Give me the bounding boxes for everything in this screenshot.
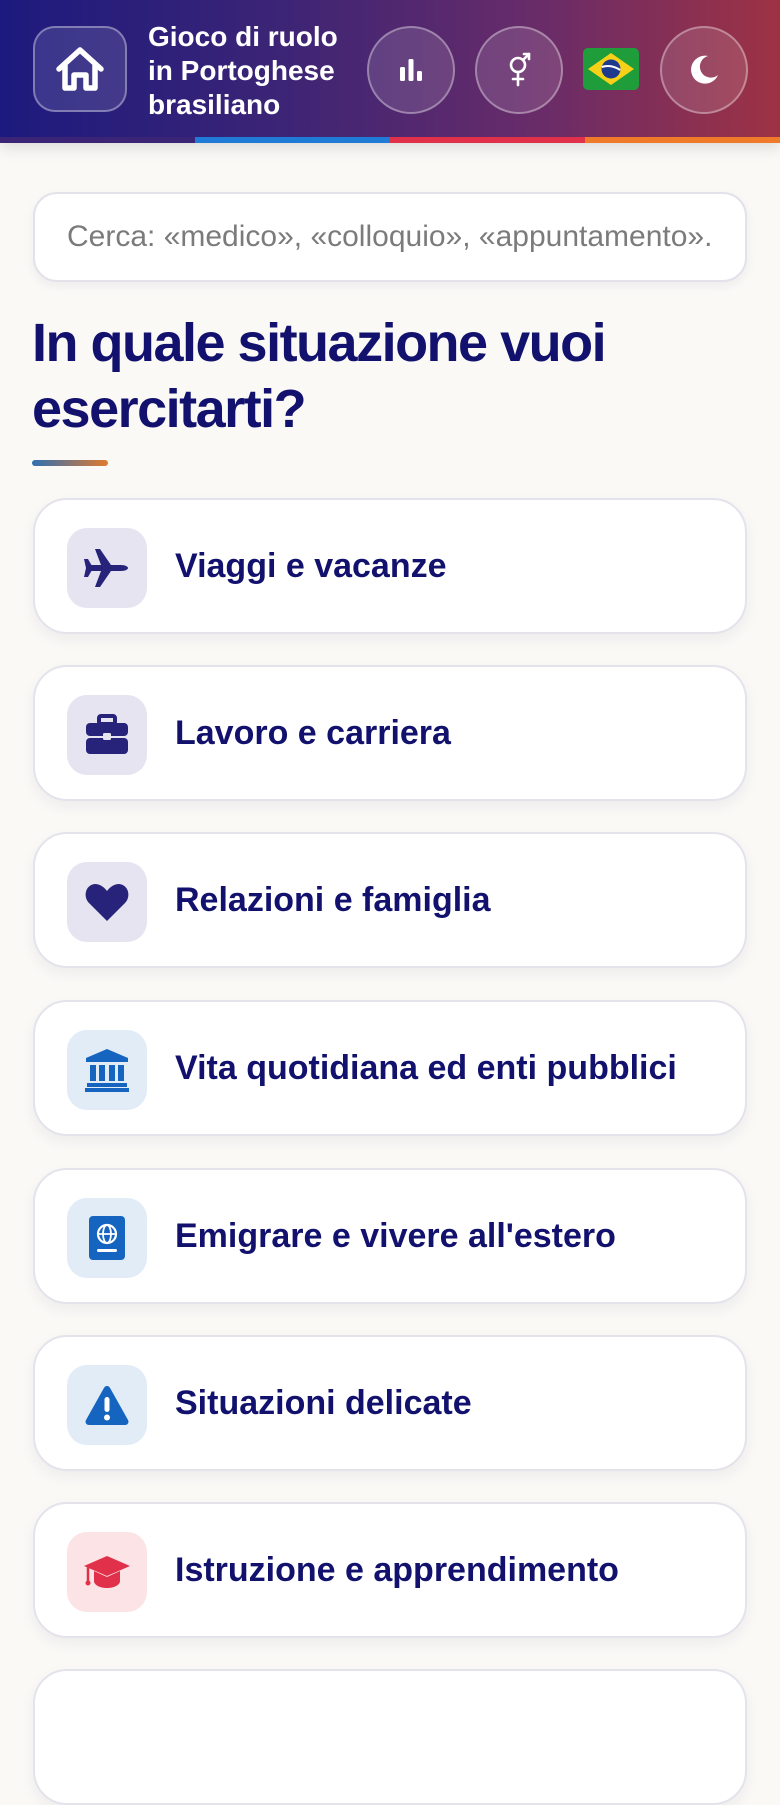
bar-chart-icon [400, 59, 422, 81]
app-header: Gioco di ruolo in Portoghese brasiliano [0, 0, 780, 143]
page-title: In quale situazione vuoi esercitarti? [32, 313, 607, 439]
briefcase-icon [86, 714, 128, 754]
category-label: Istruzione e apprendimento [175, 1551, 619, 1589]
category-card-work[interactable]: Lavoro e carriera [33, 665, 747, 801]
category-icon-box [67, 1198, 147, 1278]
category-card-delicate-situations[interactable]: Situazioni delicate [33, 1335, 747, 1471]
category-icon-box [67, 1030, 147, 1110]
home-button[interactable] [33, 26, 127, 112]
category-label: Situazioni delicate [175, 1384, 472, 1422]
moon-icon [691, 55, 718, 84]
category-card-daily-life[interactable]: Vita quotidiana ed enti pubblici [33, 1000, 747, 1136]
category-label: Lavoro e carriera [175, 714, 451, 752]
brazil-flag-icon[interactable] [583, 48, 639, 90]
gender-button[interactable] [475, 26, 563, 114]
graduation-cap-icon [84, 1556, 130, 1588]
category-card-partial[interactable] [33, 1669, 747, 1805]
category-label: Viaggi e vacanze [175, 547, 447, 585]
theme-toggle-button[interactable] [660, 26, 748, 114]
category-icon-box [67, 1532, 147, 1612]
category-label: Relazioni e famiglia [175, 881, 491, 919]
category-icon-box [67, 528, 147, 608]
app-title-line2: in Portoghese [148, 55, 335, 86]
app-title-line3: brasiliano [148, 89, 281, 120]
app-title: Gioco di ruolo in Portoghese brasiliano [148, 20, 358, 122]
category-label: Vita quotidiana ed enti pubblici [175, 1049, 677, 1087]
warning-icon [85, 1386, 129, 1425]
category-card-travel[interactable]: Viaggi e vacanze [33, 498, 747, 634]
category-card-relationships[interactable]: Relazioni e famiglia [33, 832, 747, 968]
app-title-line1: Gioco di ruolo [148, 21, 338, 52]
bank-building-icon [85, 1049, 129, 1092]
search-input[interactable] [33, 192, 747, 282]
category-card-education[interactable]: Istruzione e apprendimento [33, 1502, 747, 1638]
heart-icon [85, 884, 129, 921]
category-icon-box [67, 695, 147, 775]
category-card-emigrate[interactable]: Emigrare e vivere all'estero [33, 1168, 747, 1304]
passport-icon [89, 1216, 125, 1260]
category-icon-box [67, 1365, 147, 1445]
header-color-stripe [0, 137, 780, 143]
gender-icon [509, 52, 531, 87]
home-icon [56, 47, 104, 91]
stats-button[interactable] [367, 26, 455, 114]
airplane-icon [84, 549, 128, 587]
category-label: Emigrare e vivere all'estero [175, 1217, 616, 1255]
title-underline [32, 460, 108, 466]
category-icon-box [67, 862, 147, 942]
